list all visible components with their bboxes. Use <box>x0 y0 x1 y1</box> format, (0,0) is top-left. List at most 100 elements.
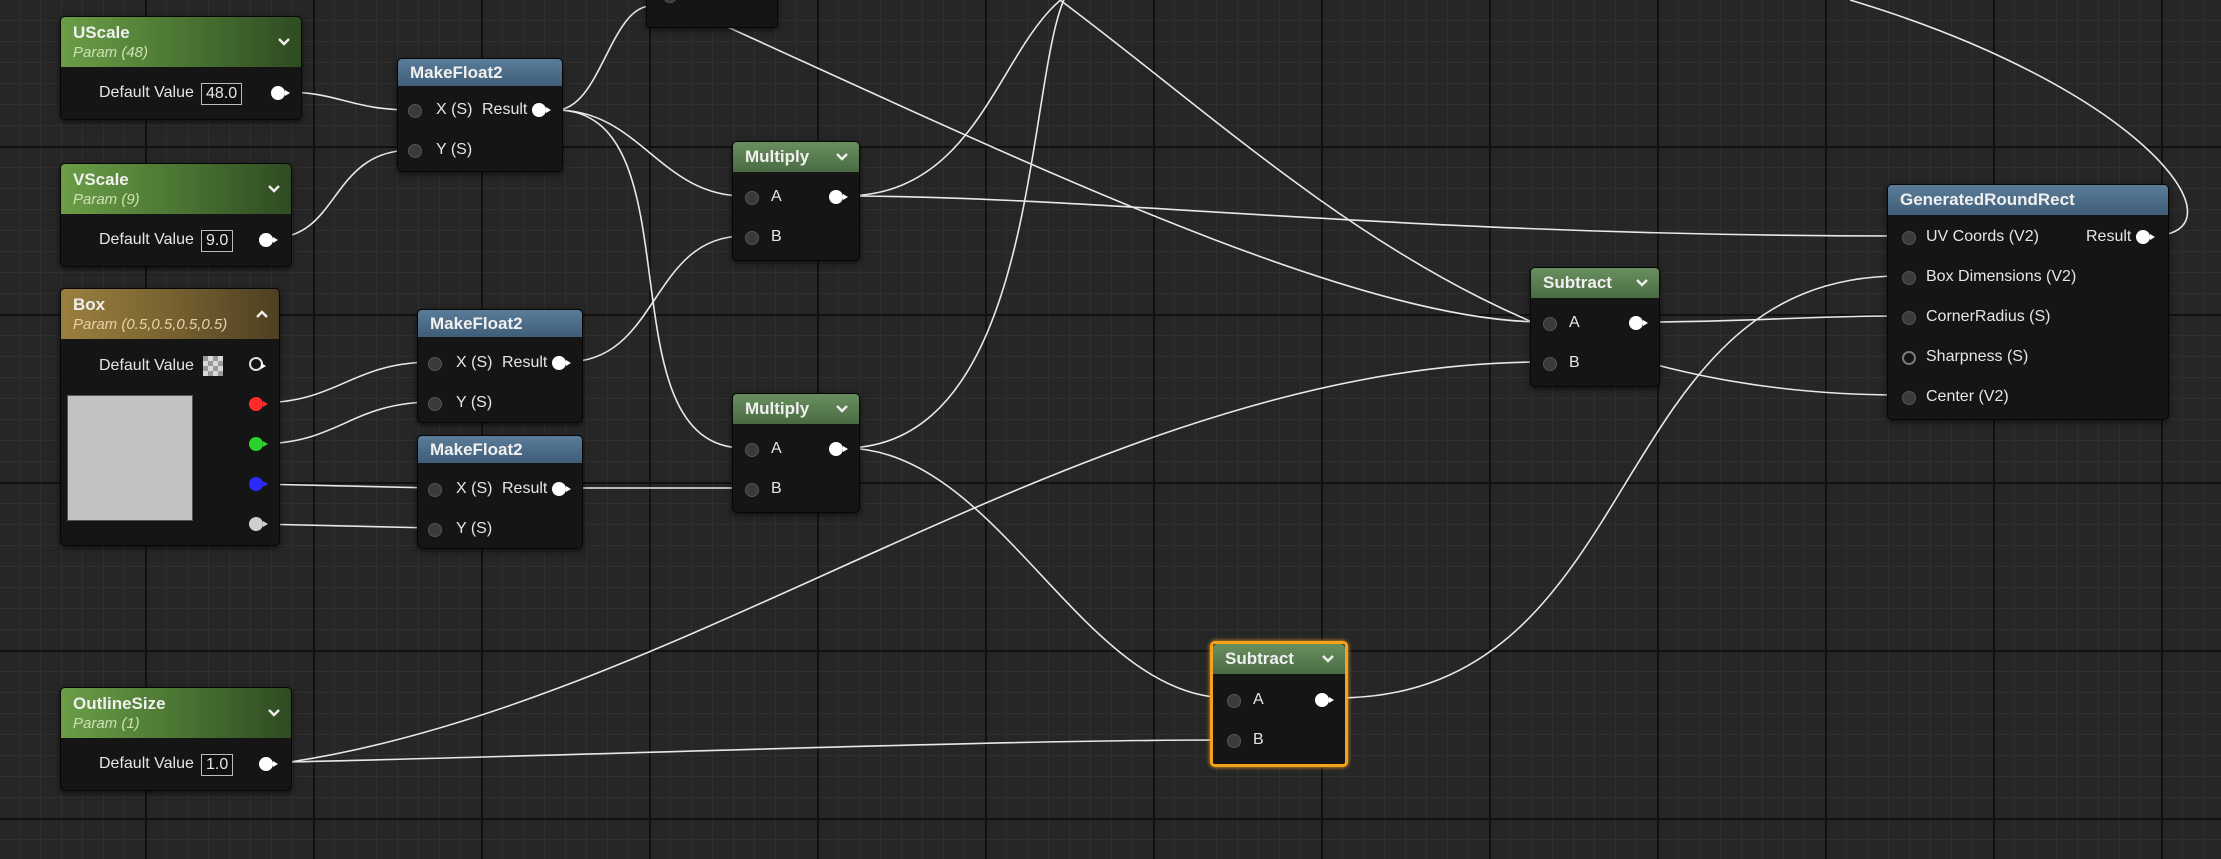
output-pin[interactable] <box>829 190 848 204</box>
wire-box-b-to-makefloat2c-x <box>257 483 435 489</box>
output-pin-rgba[interactable] <box>249 357 266 371</box>
node-header[interactable]: Multiply <box>733 394 859 424</box>
output-pin-green[interactable] <box>249 437 268 451</box>
wire-multiply-out-to-uv <box>843 195 1901 237</box>
input-label-a: A <box>1253 691 1264 708</box>
node-header[interactable]: MakeFloat2 <box>418 436 582 463</box>
output-pin[interactable] <box>1629 316 1648 330</box>
wire-top-to-center <box>1059 0 1901 396</box>
collapse-chevron-icon[interactable] <box>267 184 281 194</box>
output-label-result: Result <box>502 354 548 371</box>
node-header[interactable]: Multiply <box>733 142 859 172</box>
input-pin-a[interactable] <box>1543 317 1557 331</box>
default-value-label: Default Value <box>99 755 194 772</box>
node-title: Subtract <box>1225 649 1294 668</box>
node-header[interactable]: UScale Param (48) <box>61 17 301 67</box>
node-title: UScale <box>73 23 130 42</box>
node-header[interactable]: GeneratedRoundRect <box>1888 185 2168 215</box>
vscale-param-node[interactable]: VScale Param (9) Default Value 9.0 <box>60 163 292 267</box>
output-pin[interactable] <box>259 757 278 771</box>
output-pin[interactable] <box>271 86 290 100</box>
input-pin-b[interactable] <box>1543 357 1557 371</box>
uscale-param-node[interactable]: UScale Param (48) Default Value 48.0 <box>60 16 302 120</box>
node-title: MakeFloat2 <box>410 63 503 82</box>
input-pin-center[interactable] <box>1902 391 1916 405</box>
node-title: VScale <box>73 170 129 189</box>
input-label-sharpness: Sharpness (S) <box>1926 348 2029 365</box>
input-pin-x[interactable] <box>428 483 442 497</box>
node-header[interactable]: VScale Param (9) <box>61 164 291 214</box>
input-pin-box-dimensions[interactable] <box>1902 271 1916 285</box>
output-pin-result[interactable] <box>532 103 551 117</box>
input-label-a: A <box>1569 314 1580 331</box>
node-title: OutlineSize <box>73 694 166 713</box>
multiply-node-a[interactable]: Multiply A B <box>732 141 860 261</box>
collapse-chevron-icon[interactable] <box>1321 654 1335 664</box>
input-label-y: Y (S) <box>456 520 493 537</box>
input-pin-b[interactable] <box>745 231 759 245</box>
node-subtitle: Param (48) <box>73 44 149 61</box>
output-pin-red[interactable] <box>249 397 268 411</box>
box-vector-param-node[interactable]: Box Param (0.5,0.5,0.5,0.5) Default Valu… <box>60 288 280 546</box>
input-pin-a[interactable] <box>745 191 759 205</box>
output-pin[interactable] <box>829 442 848 456</box>
node-header[interactable]: MakeFloat2 <box>418 310 582 337</box>
node-subtitle: Param (1) <box>73 715 140 732</box>
output-pin-result[interactable] <box>2136 230 2155 244</box>
wire-makefloat2-result-to-multiply2-a <box>555 109 745 449</box>
node-header[interactable]: Subtract <box>1213 644 1345 674</box>
collapse-chevron-icon[interactable] <box>835 152 849 162</box>
node-header[interactable]: Subtract <box>1531 268 1659 298</box>
partial-node-top[interactable]: B <box>646 0 778 28</box>
input-pin-sharpness[interactable] <box>1902 351 1916 365</box>
generated-round-rect-node[interactable]: GeneratedRoundRect UV Coords (V2) Result… <box>1887 184 2169 420</box>
input-label-corner-radius: CornerRadius (S) <box>1926 308 2051 325</box>
makefloat2-node-a[interactable]: MakeFloat2 X (S) Result Y (S) <box>397 58 563 172</box>
input-pin-b[interactable] <box>745 483 759 497</box>
subtract-node-b-selected[interactable]: Subtract A B <box>1210 641 1348 767</box>
outlinesize-param-node[interactable]: OutlineSize Param (1) Default Value 1.0 <box>60 687 292 791</box>
input-pin-a[interactable] <box>1227 694 1241 708</box>
output-pin-result[interactable] <box>552 482 571 496</box>
makefloat2-node-c[interactable]: MakeFloat2 X (S) Result Y (S) <box>417 435 583 549</box>
color-preview-swatch <box>67 395 193 521</box>
input-label-a: A <box>771 188 782 205</box>
input-pin-uv-coords[interactable] <box>1902 231 1916 245</box>
output-pin-blue[interactable] <box>249 477 268 491</box>
output-pin[interactable] <box>259 233 278 247</box>
input-pin-x[interactable] <box>428 357 442 371</box>
input-pin-b[interactable] <box>1227 734 1241 748</box>
input-pin-x[interactable] <box>408 104 422 118</box>
wire-box-a-to-makefloat2c-y <box>257 523 435 529</box>
makefloat2-node-b[interactable]: MakeFloat2 X (S) Result Y (S) <box>417 309 583 423</box>
input-pin-corner-radius[interactable] <box>1902 311 1916 325</box>
output-label-result: Result <box>482 101 528 118</box>
node-header[interactable]: OutlineSize Param (1) <box>61 688 291 738</box>
input-pin-y[interactable] <box>408 144 422 158</box>
node-title: Box <box>73 295 106 314</box>
output-pin-alpha[interactable] <box>249 517 268 531</box>
collapse-chevron-icon[interactable] <box>1635 278 1649 288</box>
default-value-input[interactable]: 9.0 <box>201 230 234 252</box>
input-pin-y[interactable] <box>428 523 442 537</box>
input-pin-a[interactable] <box>745 443 759 457</box>
node-header[interactable]: MakeFloat2 <box>398 59 562 86</box>
default-value-input[interactable]: 48.0 <box>201 83 243 105</box>
multiply-node-b[interactable]: Multiply A B <box>732 393 860 513</box>
expand-chevron-icon[interactable] <box>255 309 269 319</box>
input-pin-y[interactable] <box>428 397 442 411</box>
subtract-node-a[interactable]: Subtract A B <box>1530 267 1660 387</box>
node-header[interactable]: Box Param (0.5,0.5,0.5,0.5) <box>61 289 279 339</box>
input-label-x: X (S) <box>456 480 493 497</box>
wire-subtract-out-to-corner-radius <box>1647 315 1901 323</box>
color-swatch[interactable] <box>203 356 223 376</box>
collapse-chevron-icon[interactable] <box>277 37 291 47</box>
collapse-chevron-icon[interactable] <box>835 404 849 414</box>
node-subtitle: Param (0.5,0.5,0.5,0.5) <box>73 316 228 333</box>
input-pin-b[interactable] <box>663 0 677 3</box>
collapse-chevron-icon[interactable] <box>267 708 281 718</box>
output-pin[interactable] <box>1315 693 1334 707</box>
wire-box-r-to-makefloat2b-x <box>257 361 435 404</box>
output-pin-result[interactable] <box>552 356 571 370</box>
default-value-input[interactable]: 1.0 <box>201 754 234 776</box>
